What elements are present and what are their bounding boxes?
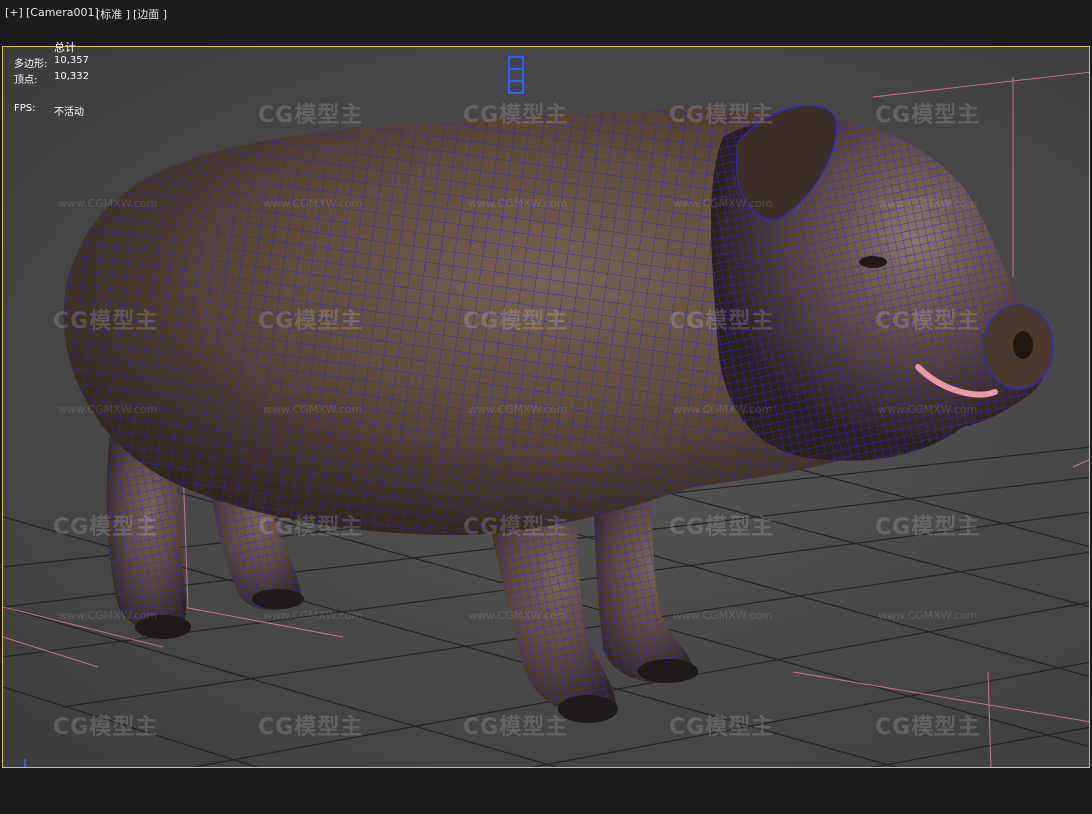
watermark-url: www.CGMXW.com xyxy=(468,403,568,416)
watermark-logo: CG模型主 xyxy=(463,515,569,540)
light-gizmo xyxy=(508,56,524,94)
watermark-url: www.CGMXW.com xyxy=(58,197,158,210)
viewport-header-bar: [+] [Camera001] [标准 ] [边面 ] xyxy=(0,0,1092,30)
watermark-url: www.CGMXW.com xyxy=(878,197,978,210)
watermark-url: www.CGMXW.com xyxy=(673,403,773,416)
watermark-logo: CG模型主 xyxy=(669,515,775,540)
polys-value: 10,357 xyxy=(54,55,89,66)
watermark-logo: CG模型主 xyxy=(875,715,981,740)
watermark-logo: CG模型主 xyxy=(463,103,569,128)
watermark-logo: CG模型主 xyxy=(463,309,569,334)
viewport-camera-label[interactable]: [Camera001] xyxy=(26,6,99,19)
viewport-footer-bar xyxy=(0,768,1092,814)
watermark-logo: CG模型主 xyxy=(258,103,364,128)
viewport-shading-label[interactable]: [标准 ] xyxy=(96,6,130,22)
viewport-menu-plus[interactable]: [+] xyxy=(5,6,23,19)
watermark-logo: CG模型主 xyxy=(875,515,981,540)
watermark-logo: CG模型主 xyxy=(669,715,775,740)
watermark-url: www.CGMXW.com xyxy=(263,197,363,210)
watermark-url: www.CGMXW.com xyxy=(878,609,978,622)
watermark-url: www.CGMXW.com xyxy=(673,609,773,622)
watermark-logo: CG模型主 xyxy=(53,715,159,740)
watermark-url: www.CGMXW.com xyxy=(468,609,568,622)
watermark-url: www.CGMXW.com xyxy=(263,403,363,416)
watermark-logo: CG模型主 xyxy=(53,515,159,540)
watermark-logo: CG模型主 xyxy=(258,309,364,334)
watermark-url: www.CGMXW.com xyxy=(58,403,158,416)
watermark-logo: CG模型主 xyxy=(669,309,775,334)
fps-label: FPS: xyxy=(14,103,36,114)
verts-label: 顶点: xyxy=(14,75,38,86)
camera-viewport[interactable]: CG模型主 CG模型主 CG模型主 CG模型主 CG模型主 CG模型主 CG模型… xyxy=(2,46,1090,768)
watermark-url: www.CGMXW.com xyxy=(468,197,568,210)
watermark-url: www.CGMXW.com xyxy=(58,609,158,622)
watermark-logo: CG模型主 xyxy=(669,103,775,128)
polys-label: 多边形: xyxy=(14,59,48,70)
watermark-logo: CG模型主 xyxy=(258,515,364,540)
fps-value: 不活动 xyxy=(54,107,84,118)
watermark-logo: CG模型主 xyxy=(875,309,981,334)
watermark-url: www.CGMXW.com xyxy=(263,609,363,622)
watermark-logo: CG模型主 xyxy=(53,309,159,334)
watermark-url: www.CGMXW.com xyxy=(673,197,773,210)
watermark-url: www.CGMXW.com xyxy=(878,403,978,416)
watermark-logo: CG模型主 xyxy=(463,715,569,740)
watermark-logo: CG模型主 xyxy=(258,715,364,740)
watermark-logo: CG模型主 xyxy=(875,103,981,128)
viewport-edges-label[interactable]: [边面 ] xyxy=(133,6,167,22)
verts-value: 10,332 xyxy=(54,71,89,82)
axis-tripod xyxy=(24,759,26,767)
stats-header: 总计 xyxy=(54,41,76,54)
